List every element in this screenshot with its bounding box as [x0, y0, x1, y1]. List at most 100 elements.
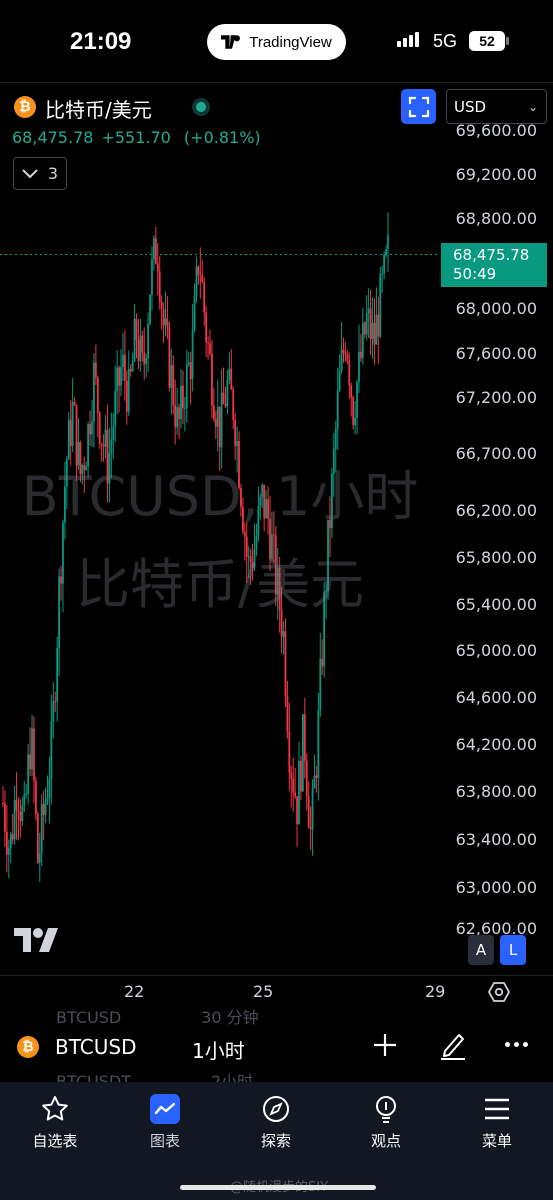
candle-body [249, 556, 252, 562]
currency-select[interactable]: USD ⌄ [446, 89, 547, 124]
candle-body [330, 473, 333, 529]
candle-body [71, 402, 74, 446]
status-time: 21:09 [70, 28, 132, 55]
interval-label[interactable]: 1小时 [192, 1035, 245, 1064]
candle-body [373, 322, 376, 345]
candle-body [340, 349, 343, 371]
divider [0, 82, 553, 83]
tradingview-logo-icon [14, 928, 58, 952]
candle-body [42, 804, 45, 816]
candle-body [160, 301, 163, 309]
tab-menu[interactable]: 菜单 [457, 1094, 537, 1151]
candle-body [110, 439, 113, 454]
candle-body [201, 275, 204, 283]
candle-body [104, 429, 107, 447]
candle-body [38, 853, 41, 863]
candle-body [154, 237, 157, 264]
y-tick-label: 64,200.00 [456, 735, 537, 754]
candle-body [33, 728, 35, 781]
candle-body [75, 404, 78, 466]
tab-ideas[interactable]: 观点 [346, 1094, 426, 1151]
candle-body [81, 465, 84, 475]
candle-body [180, 385, 182, 420]
candle-body [60, 576, 62, 584]
drawing-pen-icon[interactable] [437, 1029, 469, 1061]
candle-body [251, 561, 254, 568]
candle-body [98, 412, 101, 444]
candle-body [69, 419, 72, 446]
symbol-title[interactable]: 比特币/美元 [45, 94, 152, 123]
chevron-down-icon: ⌄ [527, 100, 538, 114]
y-tick-label: 65,400.00 [456, 595, 537, 614]
candle-body [238, 441, 240, 489]
last-price-tag: 68,475.78 50:49 [441, 243, 547, 287]
brand-label: TradingView [249, 33, 332, 51]
candle-body [350, 385, 353, 398]
candle-body [271, 534, 273, 559]
candle-body [145, 358, 148, 365]
candle-body [203, 282, 206, 313]
candle-body [209, 343, 211, 354]
candle-body [174, 405, 177, 428]
candle-body [96, 377, 99, 413]
candle-body [2, 803, 4, 804]
y-tick-label: 67,600.00 [456, 344, 537, 363]
candle-body [83, 465, 86, 471]
candle-body [52, 701, 55, 722]
tab-explore[interactable]: 探索 [236, 1094, 316, 1151]
candle-body [257, 506, 260, 536]
candle-body [375, 314, 378, 345]
more-icon[interactable] [505, 1042, 528, 1047]
candle-body [224, 403, 227, 407]
candle-body [141, 335, 144, 353]
fullscreen-button[interactable] [401, 89, 436, 124]
candle-body [183, 407, 186, 409]
candle-body [147, 323, 150, 359]
candle-body [123, 354, 126, 381]
candle-body [336, 390, 339, 429]
chart-settings-icon[interactable] [487, 980, 511, 1004]
plus-icon[interactable] [371, 1031, 399, 1059]
candle-body [226, 380, 229, 407]
candle-body [311, 788, 314, 830]
prev-symbol: BTCUSD [56, 1008, 122, 1027]
candle-body [361, 322, 364, 359]
status-bar: 21:09 TradingView 5G 52 [0, 0, 553, 82]
y-tick-label: 68,000.00 [456, 299, 537, 318]
candle-body [354, 417, 357, 426]
candle-body [377, 314, 380, 337]
candle-body [278, 568, 281, 610]
candle-body [236, 441, 238, 447]
symbol-name[interactable]: BTCUSD [55, 1035, 136, 1059]
tab-label: 菜单 [481, 1132, 512, 1150]
candle-body [85, 466, 88, 471]
market-open-indicator [192, 98, 210, 116]
candle-body [23, 794, 26, 806]
candle-body [31, 728, 33, 770]
prev-symbol-row[interactable]: BTCUSD 30 分钟 [56, 1004, 259, 1028]
candle-body [212, 405, 215, 420]
candle-body [309, 827, 312, 830]
y-tick-label: 69,200.00 [456, 165, 537, 184]
candle-body [253, 549, 256, 568]
tradingview-pill[interactable]: TradingView [207, 24, 346, 60]
y-tick-label: 68,800.00 [456, 209, 537, 228]
candle-body [296, 796, 298, 825]
tab-watchlist[interactable]: 自选表 [15, 1094, 95, 1151]
candle-body [77, 442, 80, 466]
candle-body [79, 442, 82, 475]
log-scale-button[interactable]: L [500, 935, 526, 965]
tab-chart[interactable]: 图表 [125, 1094, 205, 1151]
candle-body [164, 318, 167, 326]
candle-body [17, 810, 20, 812]
candle-body [44, 801, 47, 816]
candle-body [315, 775, 318, 778]
home-indicator[interactable] [180, 1185, 376, 1190]
y-tick-label: 63,000.00 [456, 878, 537, 897]
candle-body [118, 367, 120, 386]
candle-body [48, 779, 51, 798]
candle-body [230, 368, 233, 390]
symbol-bar: ₿ BTCUSD 1小时 [0, 1026, 553, 1070]
candle-body [205, 312, 208, 343]
auto-scale-button[interactable]: A [468, 935, 494, 965]
